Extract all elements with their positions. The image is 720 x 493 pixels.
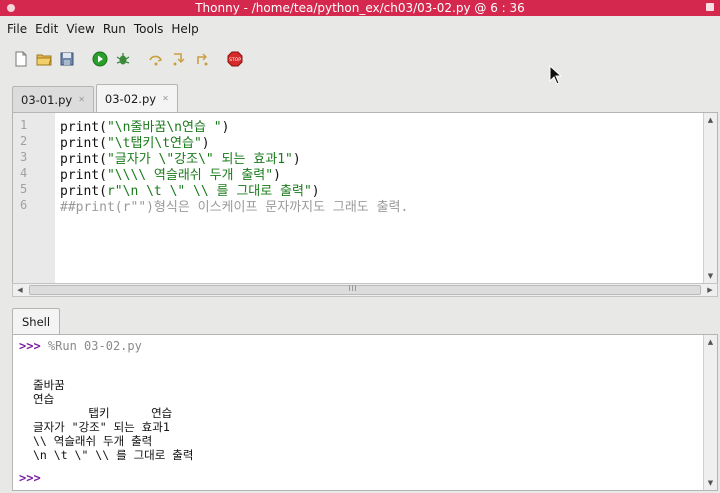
stop-label: STOP (229, 57, 241, 63)
step-into-icon[interactable] (168, 48, 190, 70)
menu-run[interactable]: Run (99, 22, 130, 36)
close-icon[interactable]: ✕ (162, 94, 169, 103)
menu-tools[interactable]: Tools (130, 22, 168, 36)
menu-edit[interactable]: Edit (31, 22, 62, 36)
code-token: ) (292, 152, 301, 167)
shell-vertical-scrollbar[interactable]: ▲ ▼ (703, 335, 717, 490)
tab-label: 03-02.py (104, 91, 157, 106)
scroll-up-icon[interactable]: ▲ (704, 113, 717, 127)
run-command: %Run 03-02.py (47, 339, 142, 353)
scroll-right-icon[interactable]: ▶ (703, 284, 717, 296)
menu-bar: File Edit View Run Tools Help (0, 16, 720, 42)
title-bar[interactable]: Thonny - /home/tea/python_ex/ch03/03-02.… (0, 0, 720, 16)
line-number: 6 (20, 198, 28, 212)
menu-help[interactable]: Help (167, 22, 202, 36)
stop-icon[interactable]: STOP (224, 48, 246, 70)
open-folder-icon[interactable] (33, 48, 55, 70)
close-icon[interactable]: ✕ (78, 95, 85, 104)
scroll-down-icon[interactable]: ▼ (704, 476, 717, 490)
code-token: ) (221, 120, 230, 135)
mouse-cursor-icon (549, 64, 563, 85)
scroll-up-icon[interactable]: ▲ (704, 335, 717, 349)
tab-03-01[interactable]: 03-01.py ✕ (12, 86, 94, 112)
scroll-left-icon[interactable]: ◀ (13, 284, 27, 296)
debug-icon[interactable] (112, 48, 134, 70)
shell-command-line: >>> %Run 03-02.py (19, 339, 142, 353)
window-menu-icon[interactable] (6, 2, 16, 12)
code-line[interactable]: ##print(r"")형식은 이스케이프 문자까지도 그래도 출력. (60, 196, 408, 215)
editor-horizontal-scrollbar[interactable]: ◀ ▶ (12, 283, 718, 297)
shell-prompt: >>> (19, 339, 41, 353)
code-editor[interactable]: 1 2 3 4 5 6 print("\n줄바꿈\n연습 ") print("\… (12, 112, 718, 284)
step-out-icon[interactable] (191, 48, 213, 70)
comment: ##print(r"")형식은 이스케이프 문자까지도 그래도 출력. (60, 200, 409, 215)
tab-03-02[interactable]: 03-02.py ✕ (95, 84, 178, 112)
line-number: 3 (20, 150, 28, 164)
scrollbar-thumb[interactable] (29, 285, 701, 295)
tab-shell[interactable]: Shell (12, 308, 61, 334)
shell-prompt: >>> (19, 471, 41, 485)
editor-tab-bar: 03-01.py ✕ 03-02.py ✕ (12, 84, 180, 112)
step-over-icon[interactable] (145, 48, 167, 70)
window-close-icon[interactable] (706, 3, 714, 11)
scroll-down-icon[interactable]: ▼ (704, 269, 717, 283)
line-number: 1 (20, 118, 28, 132)
run-icon[interactable] (89, 48, 111, 70)
shell-output-line: \n \t \" \\ 를 그대로 출력 (33, 448, 194, 462)
editor-vertical-scrollbar[interactable]: ▲ ▼ (703, 113, 717, 283)
menu-view[interactable]: View (62, 22, 98, 36)
tab-label: 03-01.py (21, 92, 73, 107)
scrollbar-grip-icon (349, 285, 357, 291)
shell-input-line[interactable]: >>> (19, 471, 41, 485)
menu-file[interactable]: File (3, 22, 31, 36)
toolbar: STOP (0, 44, 720, 74)
line-number-gutter: 1 2 3 4 5 6 (13, 113, 55, 283)
line-number: 2 (20, 134, 28, 148)
shell-console[interactable]: >>> %Run 03-02.py 줄바꿈 연습 탭키 연습 글자가 "강조" … (12, 334, 718, 491)
save-icon[interactable] (56, 48, 78, 70)
new-file-icon[interactable] (10, 48, 32, 70)
window-title: Thonny - /home/tea/python_ex/ch03/03-02.… (195, 1, 525, 15)
line-number: 5 (20, 182, 28, 196)
line-number: 4 (20, 166, 28, 180)
shell-tab-bar: Shell (12, 308, 61, 334)
tab-label: Shell (22, 314, 51, 329)
